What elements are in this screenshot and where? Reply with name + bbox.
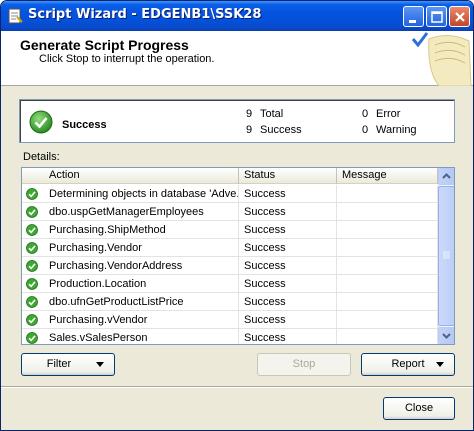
cell-status: Success — [239, 275, 337, 293]
filter-button[interactable]: Filter — [21, 353, 115, 376]
cell-action: Production.Location — [22, 275, 239, 293]
close-icon — [455, 12, 465, 22]
cell-action: Sales.vSalesPerson — [22, 329, 239, 344]
cell-action: Purchasing.Vendor — [22, 239, 239, 257]
page-title: Generate Script Progress — [20, 37, 189, 53]
close-window-button[interactable] — [449, 6, 470, 27]
page-subtitle: Click Stop to interrupt the operation. — [39, 53, 215, 65]
cell-message — [337, 221, 438, 239]
cell-status: Success — [239, 293, 337, 311]
cell-message — [337, 185, 438, 203]
cell-action: Purchasing.ShipMethod — [22, 221, 239, 239]
wizard-icon — [8, 8, 23, 24]
table-row[interactable]: dbo.uspGetManagerEmployees Success — [22, 203, 438, 221]
cell-action: dbo.uspGetManagerEmployees — [22, 203, 239, 221]
list-header: Action Status Message — [22, 168, 438, 184]
stop-button-label: Stop — [292, 358, 316, 370]
vertical-scrollbar[interactable] — [438, 168, 454, 344]
report-button[interactable]: Report — [361, 353, 455, 376]
column-header-status[interactable]: Status — [239, 168, 337, 184]
scroll-up-button[interactable] — [438, 168, 454, 185]
cell-action: Determining objects in database 'Adve... — [22, 185, 239, 203]
warning-count: 0 — [362, 124, 369, 136]
details-label: Details: — [23, 151, 60, 163]
chevron-down-icon — [442, 333, 451, 339]
cell-action: dbo.ufnGetProductListPrice — [22, 293, 239, 311]
table-row[interactable]: Sales.vSalesPerson Success — [22, 329, 438, 344]
minimize-button[interactable] — [403, 6, 424, 27]
cell-message — [337, 275, 438, 293]
cell-message — [337, 311, 438, 329]
table-row[interactable]: Purchasing.vVendor Success — [22, 311, 438, 329]
script-wizard-window: Script Wizard - EDGENB1\SSK28 Generate S… — [0, 0, 474, 431]
cell-status: Success — [239, 239, 337, 257]
dropdown-arrow-icon — [436, 362, 444, 367]
cell-message — [337, 293, 438, 311]
check-circle-icon — [29, 110, 53, 134]
close-button-label: Close — [404, 402, 434, 414]
error-label: Error — [376, 108, 401, 120]
cell-action: Purchasing.VendorAddress — [22, 257, 239, 275]
summary-panel: Success 9 Total 9 Success 0 Error 0 Warn… — [19, 99, 455, 143]
cell-message — [337, 203, 438, 221]
table-row[interactable]: dbo.ufnGetProductListPrice Success — [22, 293, 438, 311]
stop-button[interactable]: Stop — [257, 353, 351, 376]
filter-button-label: Filter — [46, 358, 72, 370]
wizard-header: Generate Script Progress Click Stop to i… — [1, 31, 473, 86]
divider — [1, 386, 473, 388]
title-bar[interactable]: Script Wizard - EDGENB1\SSK28 — [1, 1, 473, 31]
total-label: Total — [260, 108, 284, 120]
scroll-checkmark-icon — [411, 32, 472, 86]
cell-status: Success — [239, 311, 337, 329]
cell-message — [337, 239, 438, 257]
cell-status: Success — [239, 203, 337, 221]
total-count: 9 — [246, 108, 253, 120]
status-label: Success — [62, 119, 107, 131]
list-body: Determining objects in database 'Adve...… — [22, 185, 438, 344]
grip-icon — [443, 251, 450, 259]
cell-status: Success — [239, 221, 337, 239]
scroll-thumb[interactable] — [438, 186, 454, 326]
table-row[interactable]: Determining objects in database 'Adve...… — [22, 185, 438, 203]
scroll-down-button[interactable] — [438, 327, 454, 344]
chevron-up-icon — [442, 173, 451, 179]
table-row[interactable]: Purchasing.VendorAddress Success — [22, 257, 438, 275]
table-row[interactable]: Production.Location Success — [22, 275, 438, 293]
cell-message — [337, 257, 438, 275]
window-title: Script Wizard - EDGENB1\SSK28 — [28, 7, 262, 22]
maximize-icon — [431, 11, 443, 23]
details-list[interactable]: Action Status Message Determining object… — [21, 167, 455, 345]
table-row[interactable]: Purchasing.ShipMethod Success — [22, 221, 438, 239]
success-count-label: Success — [260, 124, 302, 136]
minimize-icon — [409, 20, 416, 23]
table-row[interactable]: Purchasing.Vendor Success — [22, 239, 438, 257]
maximize-button[interactable] — [426, 6, 447, 27]
cell-status: Success — [239, 185, 337, 203]
column-header-message[interactable]: Message — [337, 168, 438, 184]
error-count: 0 — [362, 108, 369, 120]
cell-action: Purchasing.vVendor — [22, 311, 239, 329]
success-count: 9 — [246, 124, 253, 136]
column-header-action[interactable]: Action — [22, 168, 239, 184]
dropdown-arrow-icon — [96, 362, 104, 367]
cell-status: Success — [239, 329, 337, 344]
warning-label: Warning — [376, 124, 417, 136]
close-button[interactable]: Close — [383, 397, 455, 420]
cell-status: Success — [239, 257, 337, 275]
cell-message — [337, 329, 438, 344]
